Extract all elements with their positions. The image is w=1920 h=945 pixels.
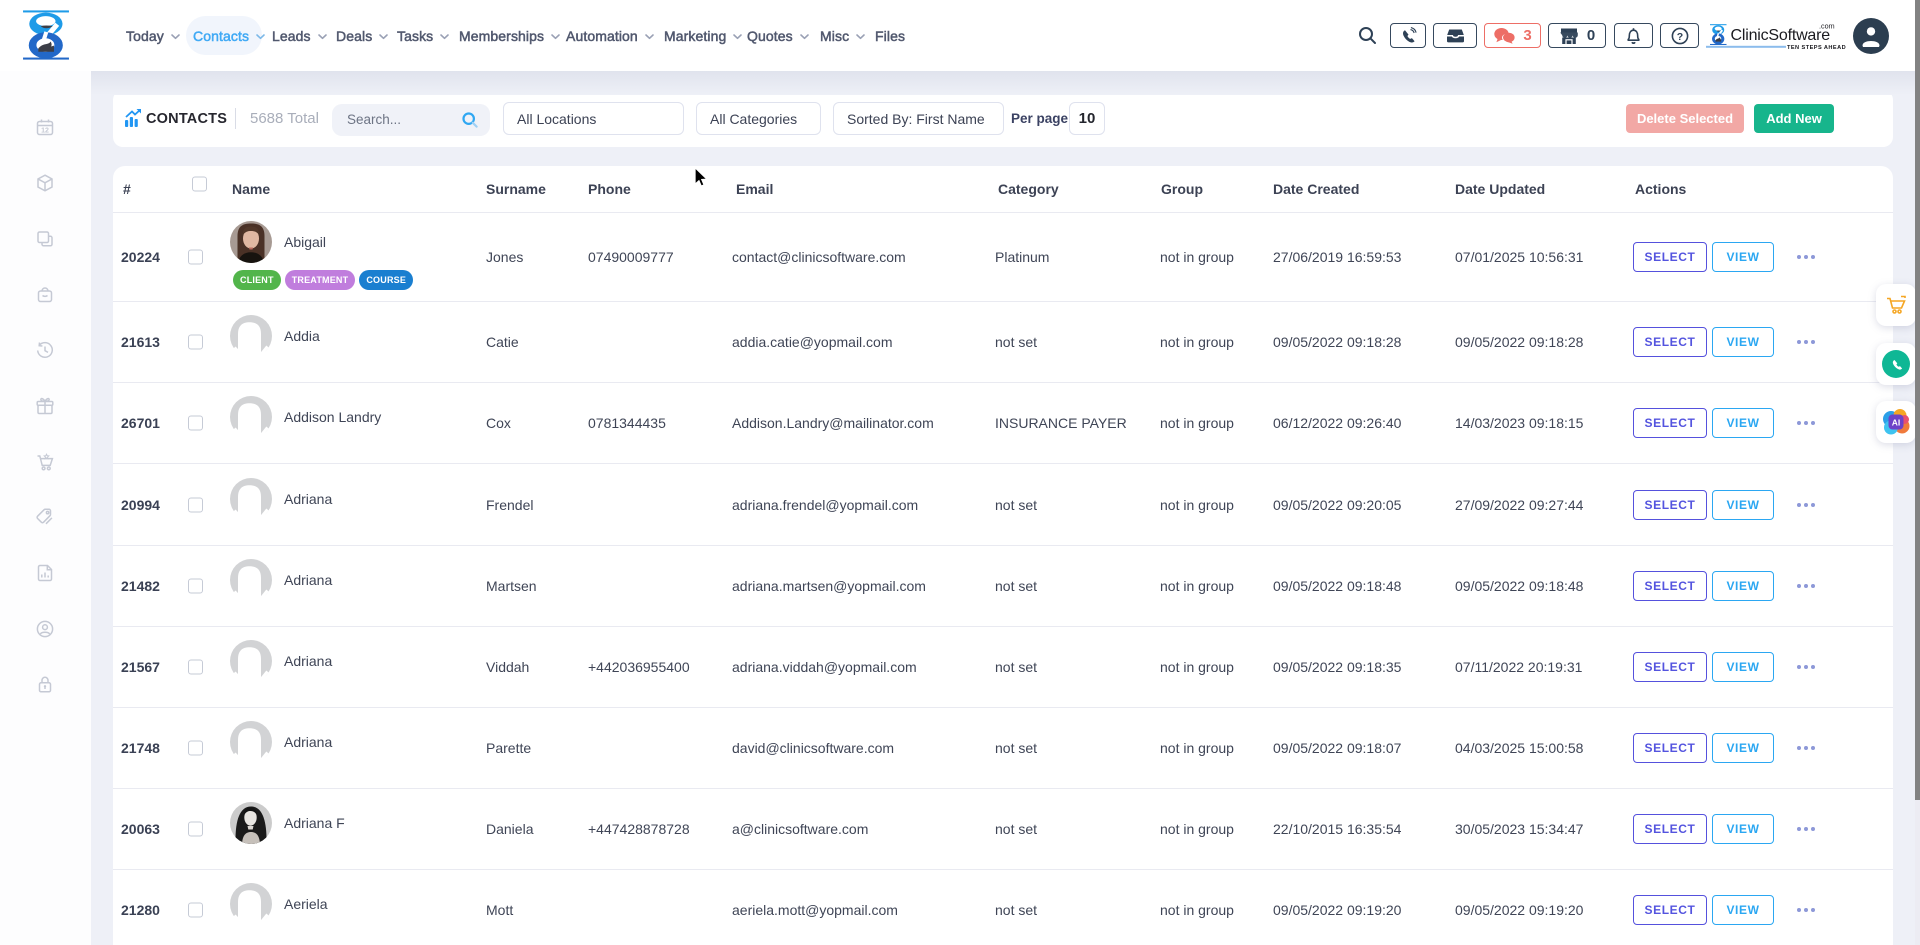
svg-text:TEN STEPS AHEAD: TEN STEPS AHEAD bbox=[1787, 45, 1846, 51]
svg-text:.com: .com bbox=[1819, 22, 1835, 31]
svg-text:AI: AI bbox=[1892, 418, 1901, 428]
svg-text:?: ? bbox=[1676, 31, 1682, 43]
svg-text:12: 12 bbox=[41, 128, 49, 135]
svg-text:ClinicSoftware: ClinicSoftware bbox=[1731, 27, 1831, 44]
